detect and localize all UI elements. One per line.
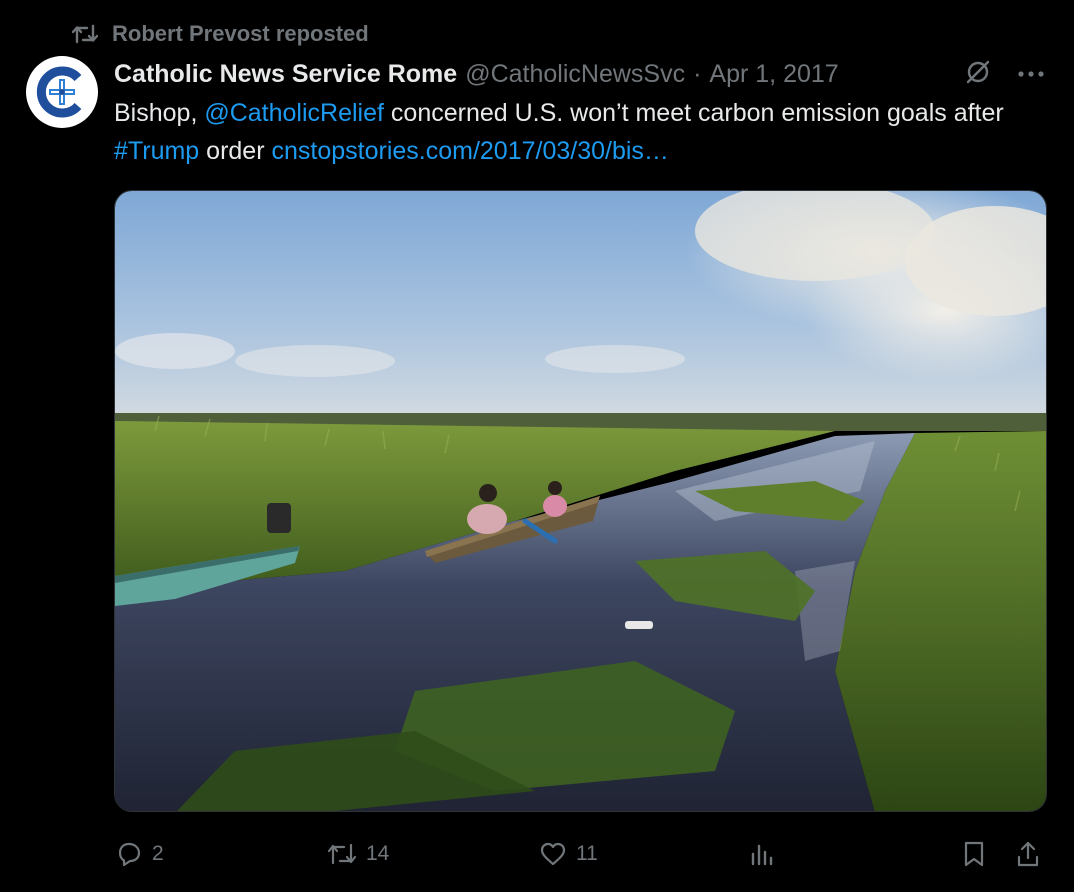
grok-icon[interactable] — [964, 58, 992, 91]
tweet-text: Bishop, @CatholicRelief concerned U.S. w… — [114, 94, 1054, 170]
author-handle[interactable]: @CatholicNewsSvc — [465, 60, 685, 89]
heart-icon — [538, 840, 568, 868]
bookmark-icon — [960, 839, 988, 869]
repost-indicator[interactable]: Robert Prevost reposted — [72, 18, 369, 50]
separator-dot: · — [693, 59, 702, 88]
more-icon[interactable] — [1018, 65, 1044, 83]
tweet-media-photo[interactable] — [114, 190, 1047, 812]
author-name[interactable]: Catholic News Service Rome — [114, 60, 457, 89]
tweet-top-actions — [964, 56, 1044, 92]
share-button[interactable] — [1014, 834, 1042, 874]
text-part: Bishop, — [114, 99, 205, 127]
repost-label[interactable]: Robert Prevost reposted — [112, 21, 369, 47]
tweet-actions: 2 14 11 — [114, 834, 1054, 874]
bookmark-button[interactable] — [960, 834, 988, 874]
share-icon — [1014, 839, 1042, 869]
text-part: order — [199, 137, 272, 165]
mention-link[interactable]: @CatholicRelief — [204, 99, 384, 127]
views-icon — [748, 840, 776, 868]
retweet-button[interactable]: 14 — [326, 834, 389, 874]
reply-count: 2 — [152, 842, 164, 865]
reply-icon — [114, 839, 144, 869]
text-part: concerned U.S. won’t meet carbon emissio… — [383, 99, 1004, 127]
like-count: 11 — [576, 842, 598, 865]
tweet-header: Catholic News Service Rome @CatholicNews… — [114, 56, 839, 92]
wetland-photo — [115, 191, 1046, 811]
reply-button[interactable]: 2 — [114, 834, 164, 874]
like-button[interactable]: 11 — [538, 834, 598, 874]
catholic-news-service-logo — [36, 66, 82, 118]
retweet-icon — [326, 840, 358, 868]
avatar[interactable] — [26, 56, 98, 128]
tweet-date[interactable]: Apr 1, 2017 — [709, 60, 838, 89]
views-button[interactable] — [748, 834, 776, 874]
repost-icon — [72, 23, 98, 45]
hashtag-link[interactable]: #Trump — [114, 137, 199, 165]
retweet-count: 14 — [366, 842, 390, 865]
article-link[interactable]: cnstopstories.com/2017/03/30/bis… — [271, 137, 668, 165]
